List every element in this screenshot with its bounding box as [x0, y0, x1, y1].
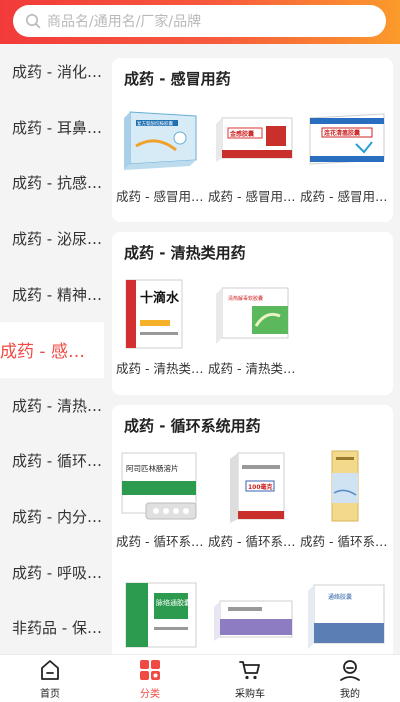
medicine-box-image: 金感胶囊	[216, 117, 293, 162]
tab-cart[interactable]: 采购车	[200, 655, 300, 702]
section-card: 成药 - 清热类用药 十滴水 成药 - 清热类… 清热解毒软胶囊 成药 - 清热…	[112, 232, 393, 395]
medicine-box-image: 十滴水	[125, 279, 183, 349]
bottom-tab-bar: 首页 分类 采购车 我的	[0, 654, 400, 702]
search-input[interactable]: 商品名/通用名/厂家/品牌	[13, 5, 386, 37]
sidebar-item[interactable]: 成药 - 消化…	[0, 44, 104, 100]
svg-text:连花清瘟胶囊: 连花清瘟胶囊	[324, 129, 361, 137]
medicine-box-image: 阿司匹林肠溶片	[121, 452, 197, 520]
category-sidebar: 成药 - 消化… 成药 - 耳鼻… 成药 - 抗感… 成药 - 泌尿… 成药 -…	[0, 44, 104, 654]
sidebar-item[interactable]: 成药 - 呼吸…	[0, 544, 104, 600]
cart-icon	[239, 660, 260, 679]
tab-label: 首页	[40, 688, 60, 700]
tab-profile[interactable]: 我的	[300, 655, 400, 702]
sidebar-item[interactable]: 成药 - 精神…	[0, 266, 104, 322]
sidebar-item[interactable]: 成药 - 耳鼻…	[0, 100, 104, 156]
tab-label: 分类	[140, 688, 160, 700]
section-card: 成药 - 感冒用药 复方氨酚烷胺胶囊 成药 - 感冒用… 金感胶囊 成药 - 感…	[112, 58, 393, 222]
sidebar-item-active[interactable]: 成药 - 感…	[0, 321, 104, 378]
section-title: 成药 - 感冒用药	[124, 70, 231, 88]
product-label: 成药 - 循环系…	[300, 534, 388, 549]
svg-text:十滴水: 十滴水	[140, 290, 180, 306]
medicine-box-image: 连花清瘟胶囊	[309, 113, 385, 165]
section-title: 成药 - 循环系统用药	[124, 417, 261, 435]
sidebar-item[interactable]: 成药 - 抗感…	[0, 155, 104, 211]
svg-text:通络胶囊: 通络胶囊	[328, 593, 352, 601]
medicine-box-image: 脉络通胶囊	[125, 582, 197, 648]
profile-icon	[340, 659, 360, 681]
product-label: 成药 - 循环系…	[208, 534, 296, 549]
product-label: 成药 - 感冒用…	[116, 189, 204, 204]
sidebar-item[interactable]: 非药品 - 保…	[0, 600, 104, 654]
medicine-box-image: 清热解毒软胶囊	[216, 287, 289, 344]
product-content: 成药 - 感冒用药 复方氨酚烷胺胶囊 成药 - 感冒用… 金感胶囊 成药 - 感…	[104, 44, 400, 654]
tab-label: 采购车	[235, 688, 265, 700]
sidebar-item[interactable]: 成药 - 清热…	[0, 378, 104, 434]
sidebar-item[interactable]: 成药 - 循环…	[0, 433, 104, 489]
medicine-box-image	[214, 600, 293, 641]
tab-label: 我的	[340, 688, 360, 700]
svg-text:复方氨酚烷胺胶囊: 复方氨酚烷胺胶囊	[137, 120, 173, 127]
medicine-box-image: 100毫克	[230, 452, 285, 523]
sidebar-item[interactable]: 成药 - 泌尿…	[0, 211, 104, 267]
product-label: 成药 - 清热类…	[116, 361, 204, 376]
header-bar: 商品名/通用名/厂家/品牌	[0, 0, 400, 44]
category-grid-icon	[140, 659, 160, 680]
product-label: 成药 - 感冒用…	[208, 189, 296, 204]
medicine-box-image: 复方氨酚烷胺胶囊	[124, 111, 197, 170]
tab-home[interactable]: 首页	[0, 655, 100, 702]
svg-text:阿司匹林肠溶片: 阿司匹林肠溶片	[126, 463, 179, 473]
tab-category[interactable]: 分类	[100, 655, 200, 702]
medicine-box-image	[331, 450, 359, 522]
svg-text:100毫克: 100毫克	[248, 483, 273, 491]
section-title: 成药 - 清热类用药	[124, 244, 246, 262]
home-icon	[41, 659, 59, 680]
section-card: 成药 - 循环系统用药 阿司匹林肠溶片 成药 - 循环系… 100毫克 成药 -…	[112, 405, 393, 654]
product-label: 成药 - 循环系…	[116, 534, 204, 549]
svg-text:金感胶囊: 金感胶囊	[229, 130, 255, 138]
product-label: 成药 - 清热类…	[208, 361, 296, 376]
search-icon	[26, 14, 41, 29]
svg-text:清热解毒软胶囊: 清热解毒软胶囊	[228, 295, 263, 302]
svg-text:脉络通胶囊: 脉络通胶囊	[156, 598, 191, 607]
sidebar-item[interactable]: 成药 - 内分…	[0, 489, 104, 545]
product-label: 成药 - 感冒用…	[300, 189, 388, 204]
medicine-box-image: 通络胶囊	[308, 584, 385, 649]
search-placeholder: 商品名/通用名/厂家/品牌	[47, 14, 202, 30]
